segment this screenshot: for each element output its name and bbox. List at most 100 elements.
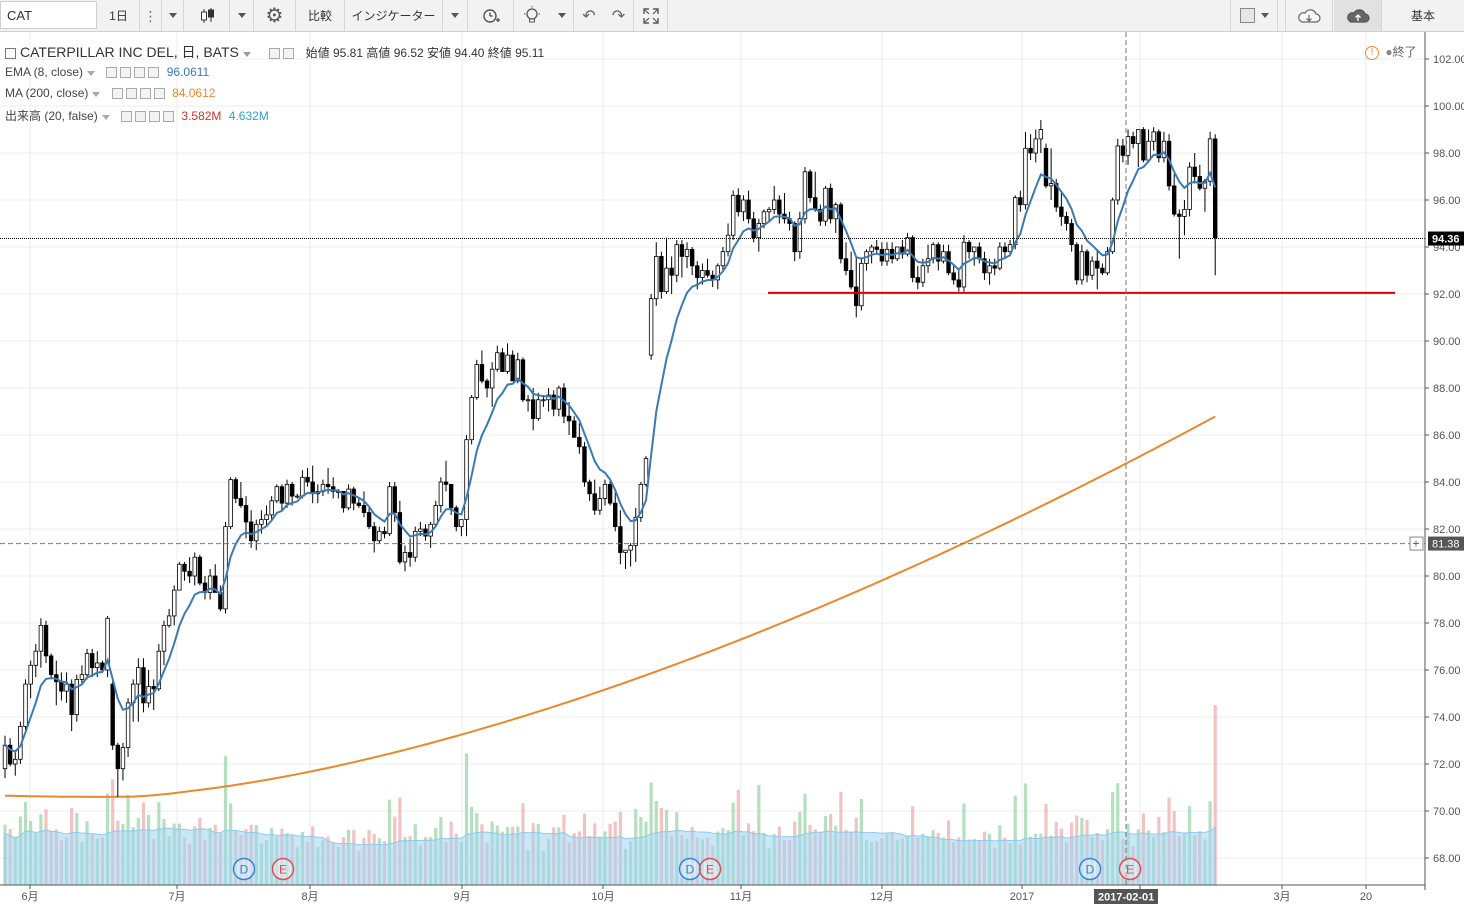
- candle-body: [284, 483, 290, 504]
- indicators-button[interactable]: インジケーター: [345, 0, 443, 31]
- interval-dropdown-button[interactable]: [162, 0, 184, 31]
- price-tick-label: 102.00: [1433, 54, 1464, 66]
- compare-button[interactable]: 比較: [296, 0, 345, 31]
- candle-body: [520, 359, 526, 401]
- cloud-load-button[interactable]: [1285, 0, 1333, 31]
- compare-text: 比較: [307, 9, 332, 23]
- layout-name-button[interactable]: 基本: [1382, 0, 1464, 31]
- cloud-save-button[interactable]: [1334, 0, 1382, 31]
- candle-body: [1013, 197, 1018, 246]
- candle-body: [1074, 244, 1079, 281]
- settings-icon[interactable]: [282, 47, 294, 59]
- price-chart[interactable]: DEDEDE 102.00100.0098.0096.0094.0092.009…: [0, 32, 1464, 906]
- main-series-legend[interactable]: CATERPILLAR INC DEL, 日, BATS 始値 95.81 高値…: [5, 42, 544, 62]
- candle-body: [1141, 129, 1146, 161]
- candle-body: [751, 218, 756, 239]
- chart-style-dropdown[interactable]: [230, 0, 254, 31]
- visibility-icon[interactable]: [268, 47, 280, 59]
- candle-body: [530, 399, 536, 419]
- close-icon[interactable]: [153, 88, 165, 100]
- volume-legend[interactable]: 出来高 (20, false) 3.582M 4.632M: [5, 107, 269, 124]
- event-marker-label: E: [279, 863, 287, 877]
- price-tick-label: 86.00: [1433, 430, 1461, 442]
- candle-body: [48, 655, 54, 676]
- market-status[interactable]: ! ●終了: [1365, 43, 1417, 60]
- ideas-dropdown[interactable]: [550, 0, 574, 31]
- undo-icon: ↶: [582, 7, 596, 25]
- redo-button[interactable]: ↷: [604, 0, 634, 31]
- ema-label: EMA (8, close): [5, 65, 84, 79]
- candle-body: [1028, 147, 1033, 154]
- price-tick-label: 78.00: [1433, 618, 1461, 630]
- settings-icon[interactable]: [125, 88, 137, 100]
- price-tick-label: 92.00: [1433, 289, 1461, 301]
- candle-body: [838, 204, 844, 260]
- collapse-icon[interactable]: [5, 47, 16, 59]
- alert-button[interactable]: [468, 0, 514, 31]
- settings-button[interactable]: ⚙: [254, 0, 296, 31]
- chevron-down-icon[interactable]: [101, 115, 110, 120]
- status-dot-icon: ●: [1385, 45, 1393, 59]
- candle-body: [484, 380, 490, 389]
- chevron-down-icon[interactable]: [92, 92, 101, 97]
- candle-body: [1002, 246, 1008, 253]
- ema-legend[interactable]: EMA (8, close) 96.0611: [5, 65, 209, 79]
- close-icon[interactable]: [148, 67, 160, 79]
- candle-body: [1182, 208, 1187, 217]
- candle-body: [648, 298, 654, 356]
- candle-body: [930, 244, 936, 260]
- add-icon[interactable]: [149, 111, 161, 123]
- symbol-search-input[interactable]: CAT: [0, 1, 97, 29]
- price-tick-label: 74.00: [1433, 712, 1461, 724]
- candle-body: [623, 549, 628, 553]
- visibility-icon[interactable]: [121, 111, 133, 123]
- volume-ma-value: 4.632M: [228, 109, 269, 123]
- candle-body: [228, 479, 233, 528]
- candle-body: [464, 439, 469, 521]
- candle-body: [264, 514, 269, 520]
- interval-button[interactable]: 1日: [98, 0, 140, 31]
- svg-text:+: +: [1413, 537, 1420, 551]
- ideas-button[interactable]: [514, 0, 550, 31]
- fullscreen-button[interactable]: [634, 0, 668, 31]
- candle-body: [74, 679, 79, 716]
- time-tick-label: 7月: [168, 891, 185, 903]
- last-price-text: 94.36: [1432, 234, 1460, 246]
- candle-body: [684, 248, 690, 257]
- chevron-down-icon: [451, 13, 459, 18]
- chevron-down-icon[interactable]: [87, 71, 96, 76]
- candle-body: [59, 681, 64, 692]
- ema8-line: [4, 150, 1217, 753]
- settings-icon[interactable]: [120, 67, 132, 79]
- interval-more-button[interactable]: ⋮: [140, 0, 162, 31]
- chart-style-button[interactable]: [184, 0, 230, 31]
- chevron-down-icon: [557, 13, 566, 18]
- settings-icon[interactable]: [135, 111, 147, 123]
- candle-body: [618, 526, 623, 553]
- candle-body: [854, 286, 859, 307]
- visibility-icon[interactable]: [106, 67, 118, 79]
- candle-body: [956, 279, 962, 288]
- candle-body: [192, 556, 197, 577]
- close-icon[interactable]: [163, 111, 175, 123]
- visibility-icon[interactable]: [111, 88, 123, 100]
- candle-body: [536, 399, 541, 419]
- ma-legend[interactable]: MA (200, close) 84.0612: [5, 86, 215, 100]
- add-icon[interactable]: [139, 88, 151, 100]
- candle-body: [356, 502, 362, 506]
- candle-body: [659, 255, 664, 293]
- candle-body: [869, 246, 874, 253]
- undo-button[interactable]: ↶: [574, 0, 604, 31]
- candle-body: [1043, 147, 1049, 187]
- candle-body: [289, 483, 295, 497]
- add-icon[interactable]: [134, 67, 146, 79]
- candle-body: [966, 241, 972, 253]
- chevron-down-icon[interactable]: [242, 52, 251, 57]
- candle-body: [366, 512, 372, 528]
- candle-body: [1059, 206, 1064, 217]
- indicators-dropdown[interactable]: [443, 0, 468, 31]
- candle-body: [915, 277, 920, 283]
- layout-select-button[interactable]: [1230, 0, 1278, 31]
- candle-body: [607, 483, 613, 504]
- time-tick-label: 10月: [591, 891, 614, 903]
